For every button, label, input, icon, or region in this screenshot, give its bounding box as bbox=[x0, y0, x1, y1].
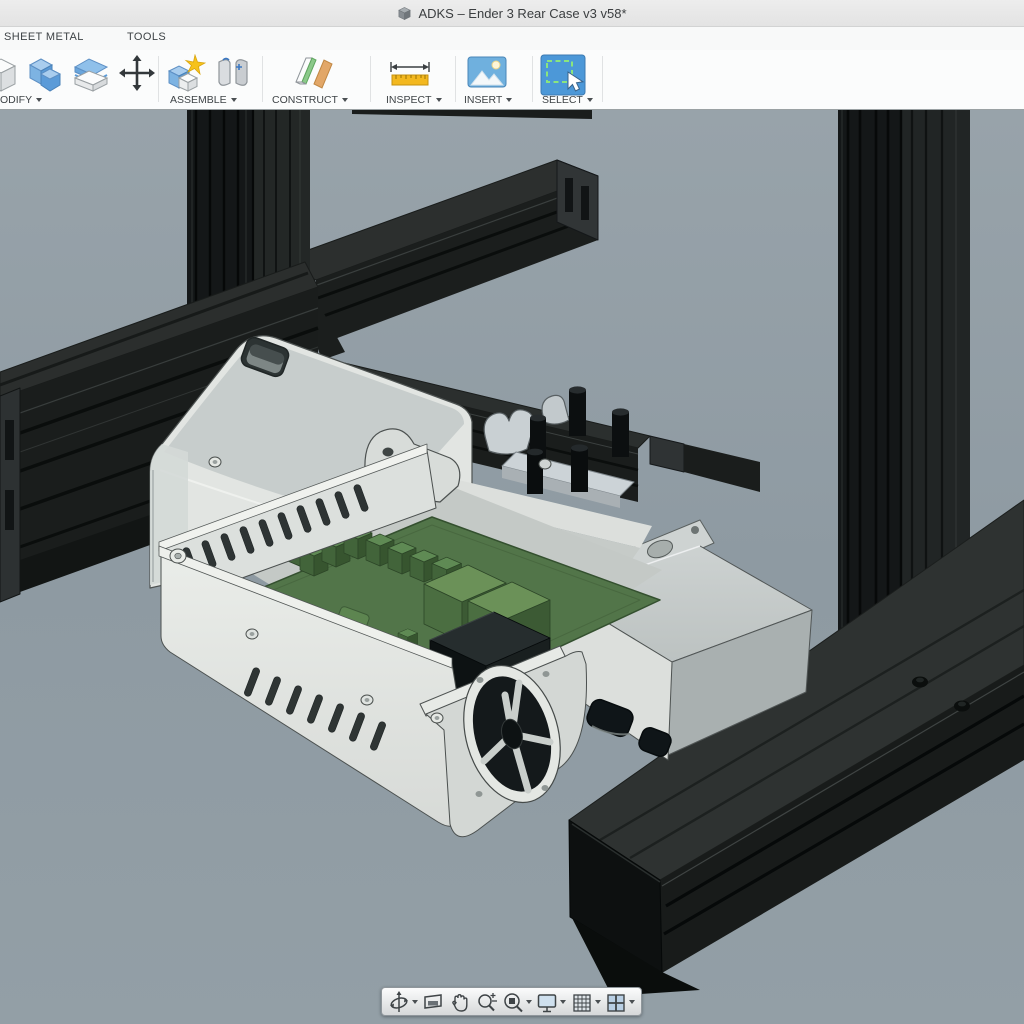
joint-icon[interactable] bbox=[214, 54, 252, 92]
group-assemble: ASSEMBLE bbox=[166, 50, 256, 109]
chevron-down-icon bbox=[628, 999, 635, 1004]
chevron-down-icon bbox=[230, 98, 237, 102]
assemble-menu-label[interactable]: ASSEMBLE bbox=[170, 94, 237, 106]
viewports-icon bbox=[607, 993, 625, 1012]
inspect-menu-label[interactable]: INSPECT bbox=[386, 94, 442, 106]
viewport-canvas[interactable] bbox=[0, 110, 1024, 1024]
orbit-icon bbox=[390, 990, 408, 1012]
group-separator bbox=[602, 56, 603, 102]
new-component-icon[interactable] bbox=[166, 54, 206, 92]
viewports-button[interactable] bbox=[605, 990, 635, 1014]
chevron-down-icon bbox=[506, 98, 513, 102]
zoom-icon bbox=[478, 992, 497, 1011]
offset-face-icon[interactable] bbox=[72, 54, 110, 92]
fit-button[interactable] bbox=[502, 990, 533, 1014]
group-separator bbox=[532, 56, 533, 102]
group-separator bbox=[158, 56, 159, 102]
document-cube-icon bbox=[398, 6, 412, 20]
select-menu-label[interactable]: SELECT bbox=[542, 94, 593, 106]
titlebar: ADKS – Ender 3 Rear Case v3 v58* bbox=[0, 0, 1024, 27]
combine-bodies-icon[interactable] bbox=[26, 54, 64, 92]
chevron-down-icon bbox=[412, 999, 418, 1004]
group-separator bbox=[370, 56, 371, 102]
chevron-down-icon bbox=[560, 999, 567, 1004]
grid-icon bbox=[573, 993, 591, 1012]
group-modify: ODIFY bbox=[0, 50, 156, 109]
ribbon-toolbar: ODIFY ASSEMBLE CONSTRUCT INSPECT INSERT … bbox=[0, 50, 1024, 110]
group-select: SELECT bbox=[536, 50, 600, 109]
construction-plane-icon[interactable] bbox=[292, 54, 334, 92]
navigation-toolbar bbox=[381, 987, 642, 1016]
grid-button[interactable] bbox=[571, 990, 601, 1014]
chevron-down-icon bbox=[586, 98, 593, 102]
look-at-icon bbox=[424, 993, 443, 1009]
group-separator bbox=[262, 56, 263, 102]
chevron-down-icon bbox=[526, 999, 533, 1004]
insert-image-icon[interactable] bbox=[466, 54, 508, 90]
model-view[interactable] bbox=[0, 110, 1024, 1024]
tab-sheet-metal[interactable]: SHEET METAL bbox=[4, 31, 84, 43]
tab-tools[interactable]: TOOLS bbox=[127, 31, 166, 43]
zoom-button[interactable] bbox=[475, 990, 498, 1014]
display-settings-icon bbox=[538, 993, 557, 1012]
press-pull-cube-icon[interactable] bbox=[0, 54, 18, 92]
chevron-down-icon bbox=[341, 98, 348, 102]
pan-hand-icon bbox=[451, 993, 468, 1012]
insert-menu-label[interactable]: INSERT bbox=[464, 94, 513, 106]
group-insert: INSERT bbox=[460, 50, 524, 109]
move-icon[interactable] bbox=[118, 54, 156, 92]
modify-menu-label[interactable]: ODIFY bbox=[0, 94, 43, 106]
construct-menu-label[interactable]: CONSTRUCT bbox=[272, 94, 348, 106]
orbit-button[interactable] bbox=[388, 990, 418, 1014]
ribbon-tab-row: SHEET METAL TOOLS bbox=[0, 27, 1024, 50]
chevron-down-icon bbox=[594, 999, 601, 1004]
group-construct: CONSTRUCT bbox=[272, 50, 362, 109]
fit-icon bbox=[504, 992, 523, 1012]
group-inspect: INSPECT bbox=[378, 50, 448, 109]
document-title: ADKS – Ender 3 Rear Case v3 v58* bbox=[418, 5, 627, 21]
pan-button[interactable] bbox=[449, 990, 471, 1014]
display-settings-button[interactable] bbox=[536, 990, 567, 1014]
group-separator bbox=[455, 56, 456, 102]
measure-icon[interactable] bbox=[388, 60, 432, 88]
chevron-down-icon bbox=[435, 98, 442, 102]
look-at-button[interactable] bbox=[422, 990, 444, 1014]
chevron-down-icon bbox=[36, 98, 43, 102]
select-icon[interactable] bbox=[540, 54, 586, 96]
